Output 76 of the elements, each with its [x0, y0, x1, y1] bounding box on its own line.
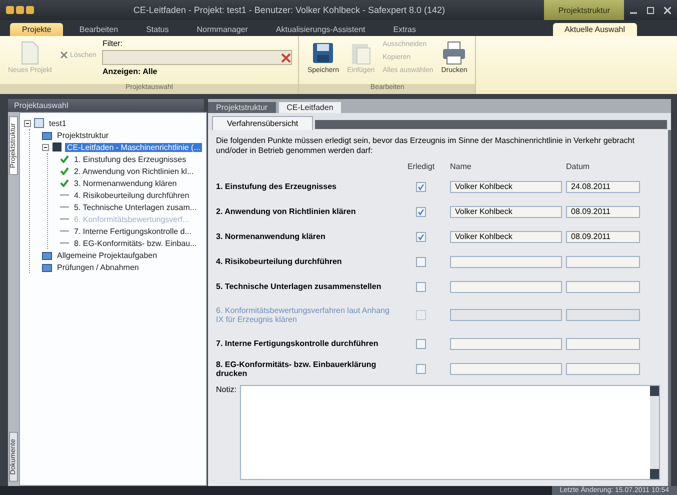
- ribbon-tab[interactable]: Status: [134, 23, 181, 36]
- ribbon-tab[interactable]: Projekte: [10, 23, 64, 36]
- ribbon-tab[interactable]: Aktuelle Auswahl: [552, 23, 637, 36]
- view-tab[interactable]: Verfahrensübersicht: [212, 116, 314, 130]
- filter-clear-icon: [281, 52, 292, 62]
- name-field[interactable]: [450, 256, 562, 268]
- step-label: 6. Konformitätsbewertungsverfahren laut Anhang IX für Erzeugnis klären: [216, 305, 390, 326]
- document-tab[interactable]: CE-Leitfaden: [278, 102, 342, 113]
- done-checkbox[interactable]: [416, 232, 426, 242]
- tree-item[interactable]: Allgemeine Projektaufgaben: [55, 250, 160, 260]
- name-field[interactable]: Volker Kohlbeck: [450, 206, 562, 218]
- tree-item[interactable]: 1. Einstufung des Erzeugnisses: [72, 154, 188, 164]
- ribbon-tab[interactable]: Aktualisierungs-Assistent: [264, 23, 378, 36]
- name-field[interactable]: [450, 338, 562, 350]
- tree-item[interactable]: 2. Anwendung von Richtlinien kl...: [72, 166, 196, 176]
- column-header: Datum: [566, 161, 591, 173]
- tree-item[interactable]: Prüfungen / Abnahmen: [55, 262, 141, 272]
- name-field[interactable]: [450, 280, 562, 292]
- context-label: Projektstruktur: [544, 0, 624, 20]
- tree-item[interactable]: 3. Normenanwendung klären: [72, 178, 179, 188]
- printer-icon: [441, 41, 468, 65]
- done-checkbox[interactable]: [416, 206, 426, 216]
- ribbon-tab[interactable]: Normmanager: [184, 23, 260, 36]
- tree-item[interactable]: 4. Risikobeurteilung durchführen: [72, 190, 192, 200]
- column-header: Name: [450, 161, 472, 173]
- maximize-icon[interactable]: [647, 6, 654, 14]
- date-field[interactable]: 24.08.2011: [566, 180, 640, 192]
- collapse-icon[interactable]: [24, 120, 31, 126]
- ribbon-tab[interactable]: Bearbeiten: [67, 23, 130, 36]
- date-field[interactable]: [566, 338, 640, 350]
- tree-item[interactable]: 8. EG-Konformitäts- bzw. Einbau...: [72, 238, 199, 248]
- name-field[interactable]: Volker Kohlbeck: [450, 230, 562, 242]
- intro-text: Die folgenden Punkte müssen erledigt sein, bevor das Erzeugnis im Sinne der Maschinenrichtlinie in Verkehr gebracht und/oder in Betrieb genommen werden darf:: [216, 136, 636, 156]
- close-icon[interactable]: [664, 6, 671, 14]
- tree-item[interactable]: CE-Leitfaden - Maschinenrichtlinie (...: [65, 142, 202, 152]
- scrollbar[interactable]: [650, 386, 659, 479]
- step-label: 8. EG-Konformitäts- bzw. Einbauerklärung drucken: [216, 358, 378, 380]
- step-label: 7. Interne Fertigungskontrolle durchführen: [216, 338, 380, 350]
- cross-icon: [60, 51, 68, 59]
- date-field[interactable]: [566, 256, 640, 268]
- date-field[interactable]: 08.09.2011: [566, 206, 640, 218]
- name-field[interactable]: Volker Kohlbeck: [450, 180, 562, 192]
- date-field[interactable]: 08.09.2011: [566, 230, 640, 242]
- name-field[interactable]: [450, 362, 562, 374]
- date-field[interactable]: [566, 280, 640, 292]
- window-title: CE-Leitfaden - Projekt: test1 - Benutzer: Volker Kohlbeck - Safexpert 8.0 (142): [132, 5, 446, 15]
- tree-item[interactable]: 5. Technische Unterlagen zusam...: [72, 202, 199, 212]
- folder-icon: [42, 130, 52, 140]
- done-checkbox[interactable]: [416, 256, 426, 266]
- done-checkbox[interactable]: [416, 364, 426, 374]
- tree-item[interactable]: test1: [47, 118, 68, 128]
- tree-item[interactable]: 7. Interne Fertigungskontrolle d...: [72, 226, 194, 236]
- document-icon: [18, 41, 41, 65]
- step-label: 4. Risikobeurteilung durchführen: [216, 256, 343, 268]
- step-label: 1. Einstufung des Erzeugnisses: [216, 181, 338, 193]
- filter-label: Filter:: [102, 39, 124, 48]
- save-icon: [311, 41, 336, 65]
- filter-field[interactable]: [102, 50, 292, 65]
- clipboard-icon: [350, 41, 372, 65]
- done-checkbox[interactable]: [416, 282, 426, 292]
- collapse-icon[interactable]: [42, 144, 49, 150]
- done-checkbox[interactable]: [416, 182, 426, 192]
- done-checkbox[interactable]: [416, 338, 426, 348]
- column-header: Erledigt: [406, 161, 436, 173]
- step-label: 5. Technische Unterlagen zusammenstellen: [216, 281, 382, 293]
- date-field[interactable]: [566, 362, 640, 374]
- panel-title: Projektauswahl: [14, 101, 68, 110]
- step-label: 3. Normenanwendung klären: [216, 231, 326, 243]
- project-icon: [34, 118, 44, 128]
- show-dropdown[interactable]: Anzeigen: Alle: [102, 67, 292, 76]
- note-label: Notiz:: [216, 385, 236, 396]
- ribbon-tab[interactable]: Extras: [381, 23, 428, 36]
- document-tab[interactable]: Projektstruktur: [208, 102, 276, 113]
- step-label: 2. Anwendung von Richtlinien klären: [216, 206, 357, 218]
- note-field[interactable]: [240, 385, 660, 480]
- tree-item[interactable]: Projektstruktur: [55, 130, 111, 140]
